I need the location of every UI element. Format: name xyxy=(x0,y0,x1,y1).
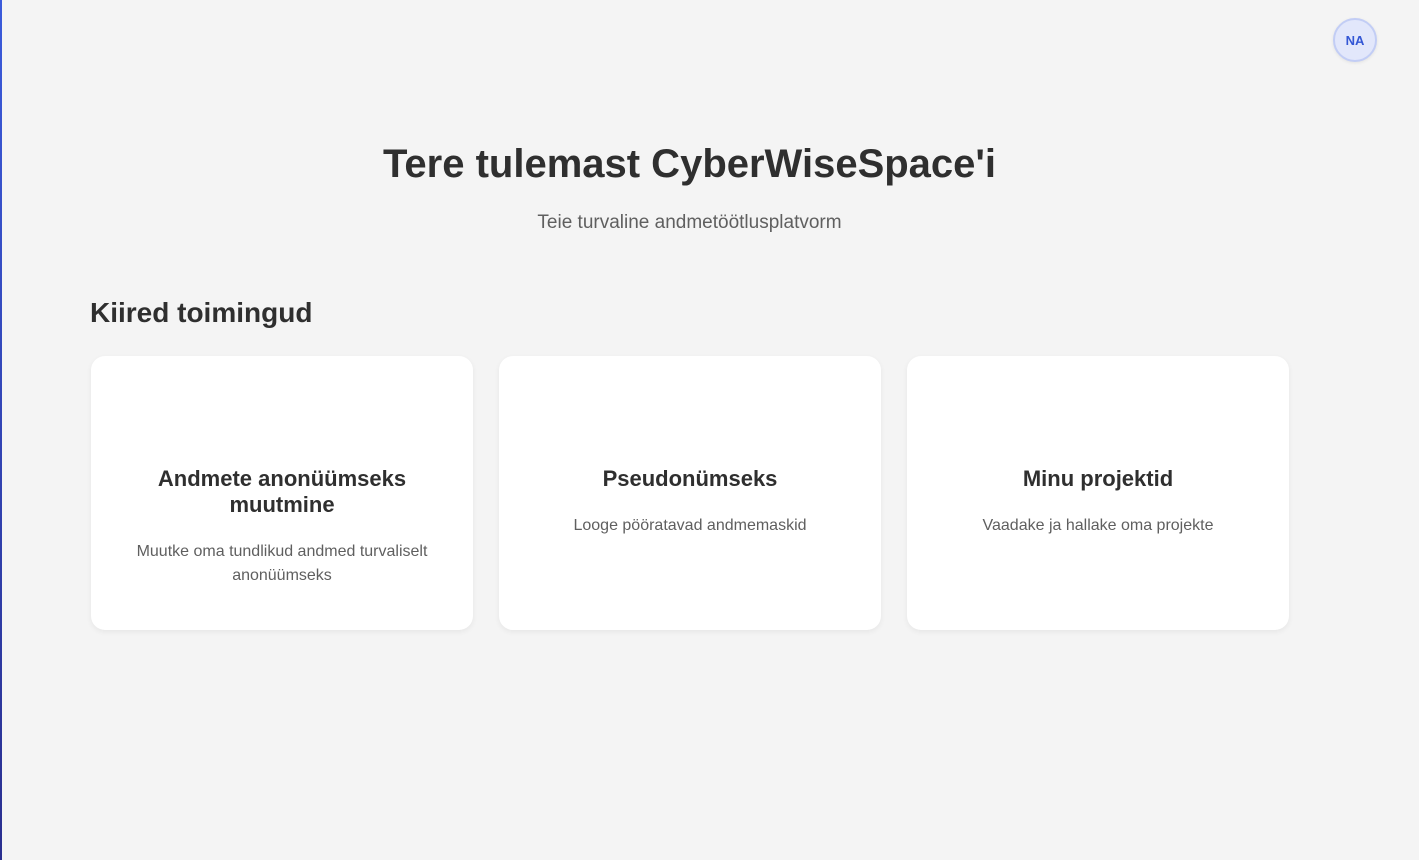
anonymize-card[interactable]: Andmete anonüümseks muutmine Muutke oma … xyxy=(91,356,473,630)
pseudonymize-card[interactable]: Pseudonümseks Looge pööratavad andmemask… xyxy=(499,356,881,630)
page-title: Tere tulemast CyberWiseSpace'i xyxy=(382,142,997,186)
my-projects-card[interactable]: Minu projektid Vaadake ja hallake oma pr… xyxy=(907,356,1289,630)
card-description: Muutke oma tundlikud andmed turvaliselt … xyxy=(136,543,428,584)
card-title: Andmete anonüümseks muutmine xyxy=(157,466,407,517)
left-edge-accent xyxy=(0,0,2,860)
card-description: Looge pööratavad andmemaskid xyxy=(573,517,807,534)
card-title: Pseudonümseks xyxy=(602,466,778,491)
page-subtitle: Teie turvaline andmetöötlusplatvorm xyxy=(537,212,842,233)
user-avatar[interactable]: NA xyxy=(1333,18,1377,62)
quick-actions-heading: Kiired toimingud xyxy=(90,297,313,328)
user-initials: NA xyxy=(1345,32,1365,48)
card-title: Minu projektid xyxy=(1022,466,1174,491)
card-description: Vaadake ja hallake oma projekte xyxy=(982,517,1214,534)
